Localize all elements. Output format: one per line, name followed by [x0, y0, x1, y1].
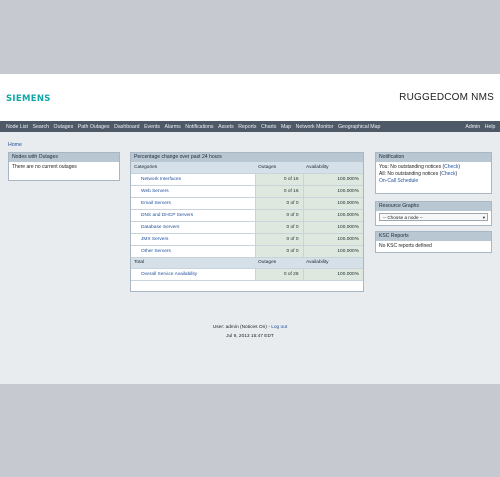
overall-service-availability[interactable]: Overall Service Availability	[131, 268, 255, 281]
category-email-servers[interactable]: Email Servers	[131, 197, 255, 210]
nav-node-list[interactable]: Node List	[6, 124, 28, 130]
category-other-servers[interactable]: Other Servers	[131, 245, 255, 258]
table-row: JMX Servers 0 of 0 100.000%	[131, 233, 363, 246]
outages-cell: 0 of 16	[254, 173, 303, 186]
product-title: RUGGEDCOM NMS	[399, 92, 494, 103]
outages-cell: 0 of 0	[254, 197, 303, 210]
availability-cell: 100.000%	[302, 173, 363, 186]
availability-panel-title: Percentage change over past 24 hours	[131, 153, 363, 162]
outages-cell: 0 of 0	[254, 245, 303, 258]
availability-cell: 100.000%	[302, 197, 363, 210]
nav-dashboard[interactable]: Dashboard	[114, 124, 139, 130]
outages-cell: 0 of 16	[254, 185, 303, 198]
on-call-schedule-link[interactable]: On-Call Schedule	[379, 178, 488, 185]
nav-notifications[interactable]: Notifications	[185, 124, 213, 130]
table-row: Network Interfaces 0 of 16 100.000%	[131, 173, 363, 186]
nav-search[interactable]: Search	[33, 124, 49, 130]
outages-empty-message: There are no current outages	[12, 164, 77, 170]
nav-map[interactable]: Map	[281, 124, 291, 130]
footer-user-text: User: admin (Notices On) -	[212, 325, 272, 330]
availability-table: Categories Outages Availability Network …	[131, 162, 363, 281]
footer-user-line: User: admin (Notices On) - Log out	[0, 325, 500, 330]
app-header: SIEMENS RUGGEDCOM NMS	[0, 74, 500, 121]
notice-you-text: You: No outstanding notices (	[379, 164, 445, 170]
outages-cell: 0 of 28	[254, 268, 303, 281]
outages-cell: 0 of 0	[254, 233, 303, 246]
header-total-availability: Availability	[303, 257, 363, 269]
page-container: SIEMENS RUGGEDCOM NMS Node List Search O…	[0, 74, 500, 384]
nav-charts[interactable]: Charts	[261, 124, 276, 130]
header-availability: Availability	[303, 162, 363, 174]
category-dns-dhcp-servers[interactable]: DNS and DHCP Servers	[131, 209, 255, 222]
availability-cell: 100.000%	[302, 245, 363, 258]
resource-graphs-body: -- Choose a node -- ▾	[376, 213, 491, 221]
nav-reports[interactable]: Reports	[238, 124, 256, 130]
siemens-logo: SIEMENS	[6, 94, 51, 104]
outages-panel-title: Nodes with Outages	[9, 153, 119, 162]
header-total-outages: Outages	[255, 257, 303, 269]
resource-graphs-panel: Resource Graphs -- Choose a node -- ▾	[375, 201, 492, 226]
nav-network-monitor[interactable]: Network Monitor	[296, 124, 334, 130]
table-row: Other Servers 0 of 0 100.000%	[131, 245, 363, 258]
table-row: DNS and DHCP Servers 0 of 0 100.000%	[131, 209, 363, 222]
table-row: Database Servers 0 of 0 100.000%	[131, 221, 363, 234]
notice-all-text: All: No outstanding notices (	[379, 171, 442, 177]
category-network-interfaces[interactable]: Network Interfaces	[131, 173, 255, 186]
nav-alarms[interactable]: Alarms	[165, 124, 181, 130]
header-categories: Categories	[131, 162, 255, 174]
availability-cell: 100.000%	[302, 209, 363, 222]
table-header-row: Categories Outages Availability	[131, 162, 363, 174]
logout-link[interactable]: Log out	[271, 325, 287, 330]
outages-cell: 0 of 0	[254, 209, 303, 222]
category-database-servers[interactable]: Database Servers	[131, 221, 255, 234]
main-navbar: Node List Search Outages Path Outages Da…	[0, 121, 500, 132]
nav-admin[interactable]: Admin	[465, 124, 480, 130]
header-total: Total	[131, 257, 255, 269]
ksc-reports-panel: KSC Reports No KSC reports defined	[375, 231, 492, 253]
check-you-link[interactable]: Check	[444, 164, 458, 170]
availability-cell: 100.000%	[302, 185, 363, 198]
availability-panel: Percentage change over past 24 hours Cat…	[130, 152, 364, 292]
node-select[interactable]: -- Choose a node -- ▾	[379, 213, 488, 221]
notice-line-you: You: No outstanding notices (Check)	[379, 164, 488, 171]
notice-you-close: )	[458, 164, 460, 170]
total-header-row: Total Outages Availability	[131, 257, 363, 269]
availability-cell: 100.000%	[302, 268, 363, 281]
ksc-reports-title: KSC Reports	[376, 232, 491, 241]
category-web-servers[interactable]: Web Servers	[131, 185, 255, 198]
ksc-empty-message: No KSC reports defined	[379, 243, 432, 249]
footer-date: Jul 9, 2013 15:47 EDT	[226, 334, 274, 339]
nav-events[interactable]: Events	[144, 124, 160, 130]
nav-geographical-map[interactable]: Geographical Map	[338, 124, 380, 130]
nav-outages[interactable]: Outages	[54, 124, 74, 130]
chevron-down-icon: ▾	[482, 215, 485, 220]
notification-panel-title: Notification	[376, 153, 491, 162]
node-select-value: -- Choose a node --	[383, 215, 423, 220]
check-all-link[interactable]: Check	[441, 171, 455, 177]
notice-line-all: All: No outstanding notices (Check)	[379, 171, 488, 178]
total-row: Overall Service Availability 0 of 28 100…	[131, 268, 363, 281]
category-jmx-servers[interactable]: JMX Servers	[131, 233, 255, 246]
resource-graphs-title: Resource Graphs	[376, 202, 491, 211]
notification-panel: Notification You: No outstanding notices…	[375, 152, 492, 194]
table-row: Web Servers 0 of 16 100.000%	[131, 185, 363, 198]
outages-panel: Nodes with Outages There are no current …	[8, 152, 120, 181]
availability-cell: 100.000%	[302, 233, 363, 246]
notice-all-close: )	[455, 171, 458, 177]
table-row: Email Servers 0 of 0 100.000%	[131, 197, 363, 210]
outages-cell: 0 of 0	[254, 221, 303, 234]
nav-assets[interactable]: Assets	[218, 124, 234, 130]
notification-body: You: No outstanding notices (Check) All:…	[376, 162, 491, 187]
nav-help[interactable]: Help	[485, 124, 496, 130]
header-outages: Outages	[255, 162, 303, 174]
nav-path-outages[interactable]: Path Outages	[78, 124, 110, 130]
availability-cell: 100.000%	[302, 221, 363, 234]
breadcrumb-home[interactable]: Home	[8, 142, 22, 148]
